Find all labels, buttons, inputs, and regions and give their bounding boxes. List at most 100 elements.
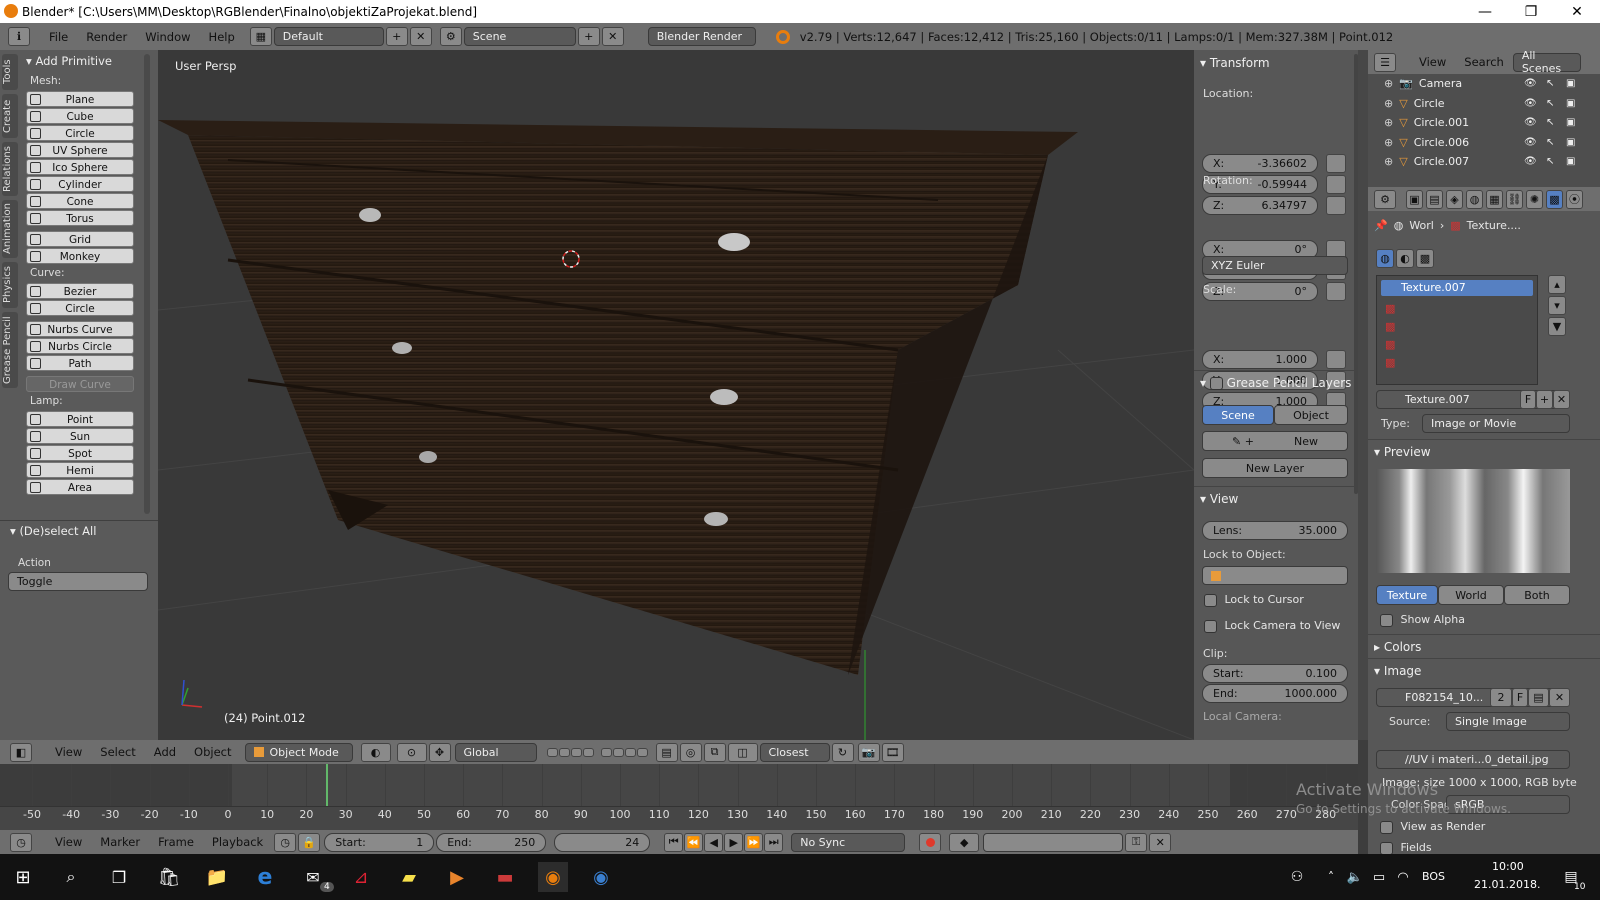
add-lamp-button[interactable]: Sun: [26, 428, 134, 444]
add-mesh-button[interactable]: UV Sphere: [26, 142, 134, 158]
preview-tab-world[interactable]: World: [1438, 585, 1504, 605]
add-scene-icon[interactable]: +: [577, 27, 600, 46]
preview-tab-both[interactable]: Both: [1504, 585, 1570, 605]
close-button[interactable]: ✕: [1554, 0, 1600, 23]
language-indicator[interactable]: BOS: [1422, 870, 1445, 883]
jump-keyframe-forward-icon[interactable]: ⏩: [744, 832, 764, 852]
jump-start-icon[interactable]: ⏮: [664, 832, 684, 852]
scene-icon[interactable]: ⚙: [439, 27, 462, 46]
menu-file[interactable]: File: [40, 30, 77, 44]
snap-element-icon[interactable]: ◫: [727, 742, 758, 762]
minimize-button[interactable]: —: [1462, 0, 1508, 23]
new-texture-icon[interactable]: +: [1536, 390, 1553, 409]
preview-header[interactable]: ▾ Preview: [1374, 445, 1431, 459]
blender-taskbar-icon[interactable]: ◉: [538, 862, 568, 892]
outliner-item-label[interactable]: Circle.007: [1414, 155, 1469, 168]
grease-pencil-header[interactable]: ▾ Grease Pencil Layers: [1200, 376, 1351, 390]
outliner-item[interactable]: ⊕ ▽ Circle.006 👁 ↖ ▣: [1368, 133, 1600, 153]
visibility-icon[interactable]: 👁: [1524, 117, 1537, 128]
add-curve-button[interactable]: Nurbs Circle: [26, 338, 134, 354]
vp-menu-select[interactable]: Select: [91, 745, 144, 759]
render-toggle-icon[interactable]: ▣: [1566, 137, 1575, 148]
fields-option[interactable]: Fields: [1380, 841, 1432, 855]
play-reverse-icon[interactable]: ◀: [704, 832, 724, 852]
outliner-item[interactable]: ⊕ ▽ Circle.001 👁 ↖ ▣: [1368, 113, 1600, 133]
lock-icon[interactable]: [1326, 154, 1346, 173]
outliner-item-label[interactable]: Circle.006: [1414, 136, 1469, 149]
tab-physics[interactable]: Physics: [2, 262, 18, 308]
edge-icon[interactable]: e: [250, 862, 280, 892]
expand-icon[interactable]: ⊕: [1384, 97, 1393, 110]
outliner-view-menu[interactable]: View: [1410, 55, 1455, 69]
expand-icon[interactable]: ⊕: [1384, 77, 1393, 90]
pin-icon[interactable]: 📌: [1374, 219, 1388, 232]
image-filepath-field[interactable]: //UV i materi...0_detail.jpg: [1376, 750, 1570, 769]
maximize-button[interactable]: ❐: [1508, 0, 1554, 23]
play-icon[interactable]: ▶: [724, 832, 744, 852]
snap-toggle-icon[interactable]: ⧉: [703, 742, 726, 762]
snap-target-select[interactable]: Closest: [759, 742, 830, 762]
lock-layers-icon[interactable]: ▤: [655, 742, 678, 762]
scene-tab-icon[interactable]: ◈: [1446, 189, 1463, 209]
move-slot-up-icon[interactable]: ▴: [1548, 275, 1566, 294]
vp-menu-add[interactable]: Add: [145, 745, 185, 759]
proportional-edit-icon[interactable]: ◎: [679, 742, 702, 762]
render-toggle-icon[interactable]: ▣: [1566, 98, 1575, 109]
media-player-icon[interactable]: ▶: [442, 862, 472, 892]
move-slot-down-icon[interactable]: ▾: [1548, 296, 1566, 315]
tab-grease-scene[interactable]: Scene: [1202, 405, 1274, 425]
expand-icon[interactable]: ⊕: [1384, 116, 1393, 129]
task-view-icon[interactable]: ❐: [104, 862, 134, 892]
world-texture-icon[interactable]: ◍: [1376, 249, 1394, 268]
add-curve-button[interactable]: Bezier: [26, 283, 134, 299]
3d-viewport[interactable]: User Persp (24) Point.012: [158, 50, 1194, 740]
slot-specials-icon[interactable]: ▼: [1548, 317, 1566, 336]
lock-icon[interactable]: [1326, 196, 1346, 215]
clock-time[interactable]: 10:00: [1492, 860, 1524, 873]
shading-mode-icon[interactable]: ◐: [360, 742, 391, 762]
image-source-select[interactable]: Single Image: [1446, 712, 1570, 731]
brush-texture-icon[interactable]: ◐: [1396, 249, 1414, 268]
tab-create[interactable]: Create: [2, 94, 18, 138]
add-curve-button[interactable]: Nurbs Curve: [26, 321, 134, 337]
texture-tab-icon[interactable]: ▩: [1546, 189, 1563, 209]
properties-editor-icon[interactable]: ⚙: [1374, 189, 1396, 209]
add-curve-button[interactable]: Circle: [26, 300, 134, 316]
tab-grease-pencil[interactable]: Grease Pencil: [2, 312, 18, 388]
new-grease-button[interactable]: ✎ + New: [1202, 431, 1348, 451]
view-as-render-option[interactable]: View as Render: [1380, 820, 1485, 834]
tl-menu-view[interactable]: View: [46, 835, 91, 849]
outliner-item-label[interactable]: Camera: [1419, 77, 1462, 90]
menu-window[interactable]: Window: [136, 30, 199, 44]
snap-align-icon[interactable]: ↻: [831, 742, 854, 762]
lens-field[interactable]: Lens: 35.000: [1202, 521, 1348, 540]
fields-checkbox[interactable]: [1380, 841, 1393, 855]
world-tab-icon[interactable]: ◍: [1466, 189, 1483, 209]
render-tab-icon[interactable]: ▣: [1406, 189, 1423, 209]
outliner-item-label[interactable]: Circle.001: [1414, 116, 1469, 129]
keying-set-icon[interactable]: ◆: [949, 832, 980, 852]
view-panel-header[interactable]: ▾ View: [1200, 492, 1238, 506]
vp-menu-view[interactable]: View: [46, 745, 91, 759]
info-editor-icon[interactable]: ℹ: [8, 27, 30, 46]
add-lamp-button[interactable]: Area: [26, 479, 134, 495]
tab-relations[interactable]: Relations: [2, 142, 18, 196]
transform-header[interactable]: ▾ Transform: [1200, 56, 1270, 70]
record-icon[interactable]: [919, 832, 942, 852]
outliner-item[interactable]: ⊕ 📷 Camera 👁 ↖ ▣: [1368, 74, 1600, 94]
tab-tools[interactable]: Tools: [2, 54, 18, 90]
add-mesh-button[interactable]: Cylinder: [26, 176, 134, 192]
add-mesh-button[interactable]: Cube: [26, 108, 134, 124]
render-engine-select[interactable]: Blender Render: [647, 27, 756, 46]
add-curve-button[interactable]: Path: [26, 355, 134, 371]
start-button-icon[interactable]: ⊞: [8, 862, 38, 892]
render-toggle-icon[interactable]: ▣: [1566, 156, 1575, 167]
visibility-icon[interactable]: 👁: [1524, 78, 1537, 89]
visibility-icon[interactable]: 👁: [1524, 137, 1537, 148]
store-icon[interactable]: 🛍: [154, 862, 184, 892]
current-frame-line[interactable]: [326, 764, 328, 806]
show-alpha-option[interactable]: Show Alpha: [1380, 613, 1465, 627]
screen-layout-icon[interactable]: ▦: [249, 27, 272, 46]
lock-object-field[interactable]: [1202, 566, 1348, 585]
lock-cursor-option[interactable]: Lock to Cursor: [1204, 593, 1304, 607]
